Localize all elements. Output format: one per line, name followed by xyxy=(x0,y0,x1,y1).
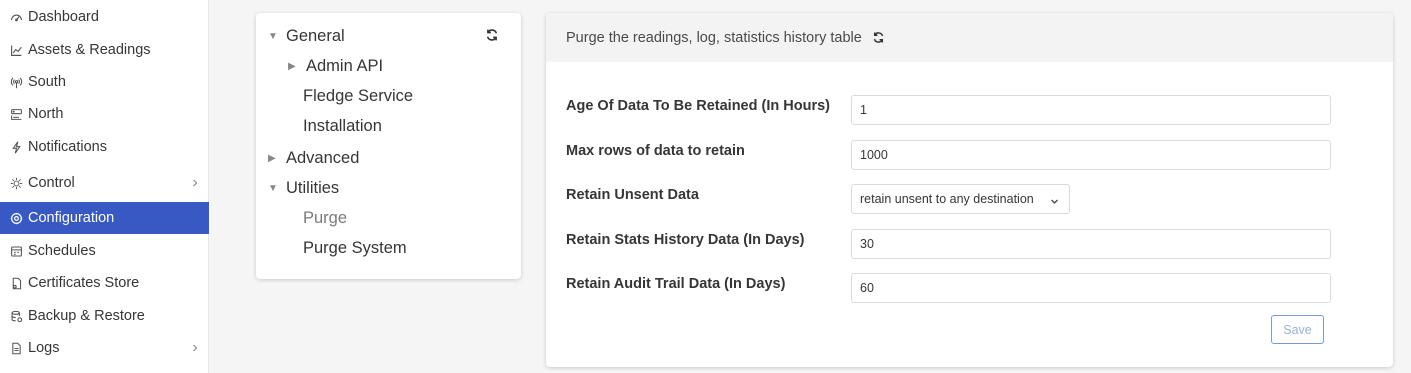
sidebar-item-label: Logs xyxy=(28,340,60,356)
age-of-data-input[interactable] xyxy=(851,95,1331,125)
tree-item-label: Admin API xyxy=(306,57,384,75)
age-of-data-label: Age Of Data To Be Retained (In Hours) xyxy=(566,98,830,114)
form-header: Purge the readings, log, statistics hist… xyxy=(546,13,1393,62)
tree-item-installation[interactable]: Installation xyxy=(303,117,382,136)
sidebar-item-certificates-store[interactable]: Certificates Store xyxy=(0,267,209,299)
tree-item-general[interactable]: ▼ General xyxy=(268,27,345,46)
tree-item-label: General xyxy=(286,27,345,45)
calendar-icon xyxy=(9,244,24,259)
dashboard-icon xyxy=(9,10,24,25)
tree-item-label: Purge xyxy=(303,209,348,227)
caret-right-icon[interactable]: ▶ xyxy=(288,61,302,72)
retain-unsent-value: retain unsent to any destination xyxy=(860,192,1034,206)
refresh-icon[interactable] xyxy=(872,31,885,44)
sidebar-item-control[interactable]: Control xyxy=(0,167,209,199)
tree-item-label: Advanced xyxy=(286,149,360,167)
server-icon xyxy=(9,107,24,122)
sidebar-item-schedules[interactable]: Schedules xyxy=(0,235,209,267)
save-button[interactable]: Save xyxy=(1271,315,1324,344)
tree-item-label: Utilities xyxy=(286,179,340,197)
sidebar-item-notifications[interactable]: Notifications xyxy=(0,131,209,163)
config-form-card: Purge the readings, log, statistics hist… xyxy=(546,13,1393,367)
tree-item-label: Purge System xyxy=(303,239,407,257)
sidebar-item-label: Assets & Readings xyxy=(28,42,151,58)
caret-down-icon[interactable]: ▼ xyxy=(268,31,282,42)
chevron-right-icon xyxy=(191,176,199,190)
sidebar-item-label: Backup & Restore xyxy=(28,308,145,324)
retain-stats-input[interactable] xyxy=(851,229,1331,259)
sun-cog-icon xyxy=(9,176,24,191)
sidebar-item-south[interactable]: South xyxy=(0,66,209,98)
gear-icon xyxy=(9,211,24,226)
tree-item-label: Installation xyxy=(303,117,382,135)
tree-item-label: Fledge Service xyxy=(303,87,414,105)
sidebar: Dashboard Assets & Readings South North … xyxy=(0,0,209,373)
retain-unsent-label: Retain Unsent Data xyxy=(566,187,699,203)
broadcast-icon xyxy=(9,75,24,90)
chart-line-icon xyxy=(9,43,24,58)
chevron-down-icon xyxy=(1050,195,1059,204)
sidebar-item-assets-readings[interactable]: Assets & Readings xyxy=(0,34,209,66)
chevron-right-icon xyxy=(191,341,199,355)
sidebar-item-label: North xyxy=(28,106,64,122)
caret-right-icon[interactable]: ▶ xyxy=(268,153,282,164)
tree-item-purge[interactable]: Purge xyxy=(303,209,347,228)
sidebar-item-label: Control xyxy=(28,175,75,191)
max-rows-label: Max rows of data to retain xyxy=(566,143,745,159)
sidebar-item-label: Schedules xyxy=(28,243,96,259)
retain-stats-label: Retain Stats History Data (In Days) xyxy=(566,232,805,248)
sidebar-item-label: Dashboard xyxy=(28,9,99,25)
max-rows-input[interactable] xyxy=(851,140,1331,170)
tree-item-purge-system[interactable]: Purge System xyxy=(303,239,407,258)
retain-unsent-select[interactable]: retain unsent to any destination xyxy=(851,184,1070,214)
sidebar-item-backup-restore[interactable]: Backup & Restore xyxy=(0,300,209,332)
certificate-icon xyxy=(9,276,24,291)
file-icon xyxy=(9,341,24,356)
category-tree: ▼ General ▶ Admin API Fledge Service Ins… xyxy=(256,13,521,279)
sidebar-item-configuration[interactable]: Configuration xyxy=(0,202,209,234)
tree-item-fledge-service[interactable]: Fledge Service xyxy=(303,87,413,106)
tree-item-utilities[interactable]: ▼ Utilities xyxy=(268,179,339,198)
sidebar-item-label: Certificates Store xyxy=(28,275,140,291)
refresh-icon[interactable] xyxy=(485,28,499,42)
sidebar-item-label: Configuration xyxy=(28,210,115,226)
sidebar-item-label: Notifications xyxy=(28,139,107,155)
database-icon xyxy=(9,309,24,324)
lightning-icon xyxy=(9,140,24,155)
tree-item-admin-api[interactable]: ▶ Admin API xyxy=(288,57,383,76)
retain-audit-label: Retain Audit Trail Data (In Days) xyxy=(566,276,786,292)
form-title: Purge the readings, log, statistics hist… xyxy=(566,29,862,46)
retain-audit-input[interactable] xyxy=(851,273,1331,303)
tree-item-advanced[interactable]: ▶ Advanced xyxy=(268,149,359,168)
sidebar-item-dashboard[interactable]: Dashboard xyxy=(0,1,209,33)
sidebar-item-north[interactable]: North xyxy=(0,98,209,130)
sidebar-item-logs[interactable]: Logs xyxy=(0,332,209,364)
caret-down-icon[interactable]: ▼ xyxy=(268,183,282,194)
sidebar-item-label: South xyxy=(28,74,66,90)
